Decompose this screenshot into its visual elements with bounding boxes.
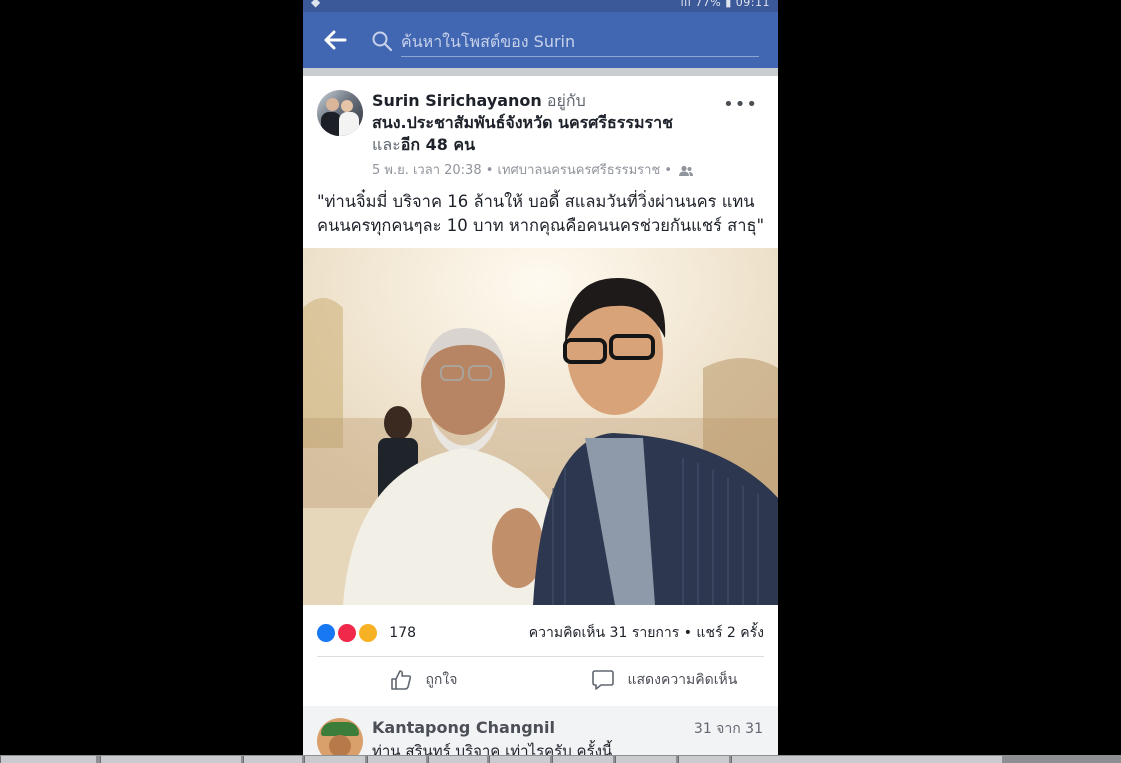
author-relation: อยู่กับ	[546, 91, 586, 110]
taskbar-item[interactable]	[367, 756, 426, 763]
comment-text: ท่าน สุรินทร์ บริจาค เท่าไรครับ ครั้งนี้	[372, 742, 613, 755]
like-button[interactable]: ถูกใจ	[389, 668, 457, 696]
search-icon	[372, 31, 393, 52]
comment-item: Kantapong Changnil 31 จาก 31 ท่าน สุรินท…	[303, 706, 778, 755]
taskbar-item[interactable]	[243, 756, 302, 763]
comment-button[interactable]: แสดงความคิดเห็น	[591, 668, 737, 696]
status-bar: ◆ ıll 77% ▮ 09:11	[303, 0, 778, 12]
commenter-name[interactable]: Kantapong Changnil	[372, 718, 555, 737]
search-input[interactable]: ค้นหาในโพสต์ของ Surin	[401, 28, 759, 57]
phone-screen: ◆ ıll 77% ▮ 09:11 ค้นหาในโพสต์ของ Surin …	[303, 0, 778, 755]
search-bar: ค้นหาในโพสต์ของ Surin	[303, 12, 778, 68]
post-text: "ท่านจิ๋มมี่ บริจาค 16 ล้านให้ บอดี้ สแล…	[317, 192, 765, 235]
battery-level: 77%	[695, 0, 722, 9]
taskbar-item[interactable]	[428, 756, 487, 763]
more-icon[interactable]: •••	[723, 94, 758, 115]
reaction-summary[interactable]: 178	[316, 622, 417, 643]
friends-icon	[679, 165, 694, 176]
comment-icon	[592, 670, 614, 690]
photo-illustration	[303, 248, 778, 605]
post-header: Surin Sirichayanon อยู่กับ สนง.ประชาสัมพ…	[372, 90, 702, 156]
reaction-count: 178	[389, 624, 417, 641]
battery-icon: ▮	[725, 0, 732, 9]
taskbar-item[interactable]	[678, 756, 729, 763]
taskbar-item[interactable]	[304, 756, 365, 763]
post-meta: 5 พ.ย. เวลา 20:38 • เทศบาลนครนครศรีธรรมร…	[372, 159, 694, 180]
post-date[interactable]: 5 พ.ย. เวลา 20:38	[372, 163, 482, 178]
back-arrow-icon[interactable]	[321, 27, 349, 53]
divider	[303, 68, 778, 76]
tagged-others-link[interactable]: อีก 48 คน	[401, 135, 475, 154]
like-reaction-icon	[316, 622, 336, 643]
avatar[interactable]	[317, 90, 363, 136]
avatar[interactable]	[317, 718, 363, 755]
and-label: และ	[372, 135, 401, 154]
taskbar-item[interactable]	[552, 756, 613, 763]
like-label: ถูกใจ	[425, 672, 458, 688]
taskbar-item[interactable]	[100, 756, 241, 763]
wow-reaction-icon	[358, 622, 379, 643]
clock: 09:11	[735, 0, 770, 9]
author-name[interactable]: Surin Sirichayanon	[372, 91, 542, 110]
notification-icon: ◆	[311, 0, 321, 9]
post-location[interactable]: เทศบาลนครนครศรีธรรมราช	[498, 163, 661, 178]
comment-position: 31 จาก 31	[693, 721, 763, 737]
post-photo[interactable]	[303, 248, 778, 605]
love-reaction-icon	[337, 622, 358, 643]
tagged-page[interactable]: สนง.ประชาสัมพันธ์จังหวัด นครศรีธรรมราช	[372, 112, 702, 134]
comment-label: แสดงความคิดเห็น	[627, 672, 738, 688]
post-card: Surin Sirichayanon อยู่กับ สนง.ประชาสัมพ…	[303, 76, 778, 706]
thumbs-up-icon	[391, 670, 412, 690]
taskbar-item[interactable]	[0, 756, 96, 763]
taskbar-item[interactable]	[615, 756, 676, 763]
divider	[317, 656, 764, 657]
taskbar-item[interactable]	[489, 756, 550, 763]
taskbar-item[interactable]	[731, 756, 1002, 763]
signal-icon: ıll	[680, 0, 692, 9]
os-taskbar	[0, 755, 1121, 763]
engagement-summary[interactable]: ความคิดเห็น 31 รายการ • แชร์ 2 ครั้ง	[529, 622, 764, 644]
